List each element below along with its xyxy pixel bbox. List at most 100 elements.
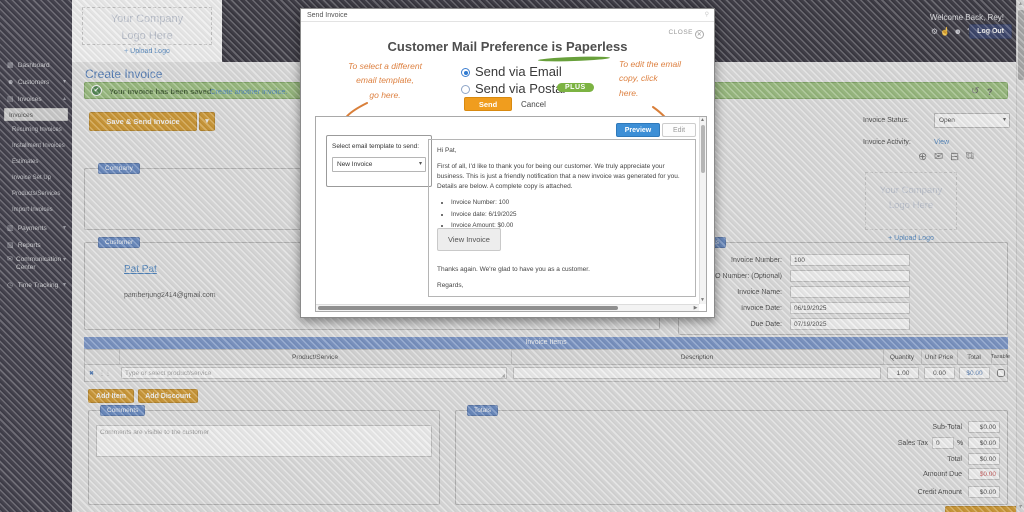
- items-table-header: Product/Service Description Quantity Uni…: [84, 349, 1008, 365]
- sidebar-item-label: Time Tracking: [18, 282, 59, 289]
- sidebar-subitem-import-invoices[interactable]: Import Invoices: [4, 204, 68, 217]
- unit-price-input[interactable]: [924, 367, 955, 379]
- invoice-name-input[interactable]: [790, 286, 910, 298]
- email-template-select[interactable]: New Invoice ▾: [332, 157, 426, 172]
- send-via-postal-label[interactable]: Send via Postal: [475, 81, 565, 96]
- column-total: Total: [957, 354, 991, 361]
- scroll-up-arrow[interactable]: ▲: [1017, 1, 1024, 8]
- send-via-email-label[interactable]: Send via Email: [475, 64, 562, 79]
- send-invoice-modal: Send Invoice ⚲ CLOSE✕ Customer Mail Pref…: [300, 8, 715, 318]
- annotation-left: To select a different email template, go…: [329, 59, 441, 102]
- send-via-email-radio[interactable]: [461, 68, 470, 77]
- scroll-down-arrow[interactable]: ▼: [699, 297, 706, 304]
- scroll-right-arrow[interactable]: ▶: [692, 305, 699, 312]
- remove-row-icon[interactable]: ✖: [89, 370, 94, 377]
- scrollbar-thumb[interactable]: [1018, 10, 1024, 80]
- sidebar-item-communication-center[interactable]: ✉ Communication Center ▾: [0, 253, 72, 275]
- email-body-box: Hi Pat, First of all, I'd like to thank …: [428, 139, 696, 297]
- print-icon[interactable]: ⊟: [950, 150, 959, 163]
- sales-tax-rate-input[interactable]: [932, 437, 954, 449]
- annotation-right: To edit the email copy, click here.: [619, 57, 699, 100]
- page-help-icon[interactable]: ?: [987, 87, 993, 97]
- settings-gear-icon[interactable]: ⚙: [931, 27, 938, 36]
- invoice-date-input[interactable]: [790, 302, 910, 314]
- modal-heading: Customer Mail Preference is Paperless: [301, 39, 714, 54]
- edit-tab[interactable]: Edit: [662, 123, 696, 137]
- due-date-label: Due Date:: [682, 321, 782, 328]
- drag-handle-icon[interactable]: ⋮⋮: [99, 370, 111, 377]
- column-quantity: Quantity: [883, 354, 921, 361]
- column-unit-price: Unit Price: [921, 354, 957, 361]
- add-discount-button[interactable]: Add Discount: [138, 389, 198, 403]
- total-field: [968, 453, 1000, 465]
- comments-textarea[interactable]: [96, 425, 432, 457]
- chevron-down-icon: ▾: [63, 221, 66, 236]
- user-icon[interactable]: ☻: [954, 27, 962, 36]
- scroll-up-arrow[interactable]: ▲: [699, 117, 706, 124]
- sidebar-item-invoices[interactable]: ▤ Invoices ▴: [0, 92, 72, 107]
- sidebar-item-payments[interactable]: ▥ Payments ▾: [0, 221, 72, 236]
- create-another-invoice-link[interactable]: Create another invoice.: [210, 87, 288, 96]
- view-invoice-button[interactable]: View Invoice: [437, 228, 501, 251]
- sidebar-item-dashboard[interactable]: ▦ Dashboard: [0, 58, 72, 73]
- email-icon[interactable]: ✉: [934, 150, 943, 163]
- scrollbar-thumb[interactable]: [318, 306, 618, 310]
- sidebar-item-reports[interactable]: ▨ Reports: [0, 238, 72, 253]
- cancel-link[interactable]: Cancel: [521, 100, 546, 109]
- company-logo-placeholder: Your Company Logo Here: [82, 7, 212, 45]
- page-title: Create Invoice: [85, 67, 162, 81]
- invoice-items-bar: Invoice Items: [84, 337, 1008, 349]
- sidebar-subitem-invoices[interactable]: Invoices: [4, 108, 68, 121]
- customer-name-link[interactable]: Pat Pat: [124, 264, 157, 275]
- devices-icon[interactable]: ⧉: [966, 150, 974, 163]
- sidebar-subitem-products-services[interactable]: Products/Services: [4, 188, 68, 201]
- invoice-status-select[interactable]: Open ▾: [934, 113, 1010, 128]
- sidebar-item-label: Dashboard: [18, 62, 50, 69]
- invoice-status-label: Invoice Status:: [863, 117, 909, 124]
- send-via-postal-radio[interactable]: [461, 85, 470, 94]
- sidebar-subitem-estimates[interactable]: Estimates: [4, 156, 68, 169]
- modal-close-button[interactable]: CLOSE✕: [668, 29, 704, 39]
- undo-history-icon[interactable]: ↺: [971, 86, 979, 97]
- due-date-input[interactable]: [790, 318, 910, 330]
- email-bullet: Invoice Number: 100: [451, 197, 687, 208]
- preview-tab[interactable]: Preview: [616, 123, 660, 137]
- sidebar-subitem-installment-invoices[interactable]: Installment Invoices: [4, 140, 68, 153]
- sidebar-item-label: Customers: [18, 79, 49, 86]
- feedback-thumbs-up-icon[interactable]: ☝: [940, 27, 950, 36]
- description-input[interactable]: [513, 367, 881, 379]
- scrollbar-thumb[interactable]: [701, 125, 705, 173]
- product-service-input[interactable]: [121, 367, 507, 379]
- dashboard-icon: ▦: [7, 58, 16, 73]
- preview-vertical-scrollbar: ▲ ▼: [699, 117, 706, 304]
- invoice-number-input[interactable]: [790, 254, 910, 266]
- po-number-input[interactable]: [790, 270, 910, 282]
- sidebar-subitem-recurring-invoices[interactable]: Recurring Invoices: [4, 124, 68, 137]
- upload-logo-link[interactable]: + Upload Logo: [124, 48, 170, 55]
- email-bullet-list: Invoice Number: 100 Invoice date: 6/19/2…: [451, 197, 687, 231]
- logout-button[interactable]: Log Out: [969, 24, 1012, 39]
- sidebar-item-customers[interactable]: ☻ Customers ▾: [0, 75, 72, 90]
- globe-icon[interactable]: ⊕: [918, 150, 927, 163]
- sales-tax-field: [968, 437, 1000, 449]
- add-item-button[interactable]: Add Item: [88, 389, 134, 403]
- invoice-activity-label: Invoice Activity:: [863, 139, 911, 146]
- total-label: Total: [862, 456, 962, 463]
- quantity-input[interactable]: [887, 367, 919, 379]
- sidebar-subitem-invoice-set-up[interactable]: Invoice Set Up: [4, 172, 68, 185]
- taxable-checkbox[interactable]: [997, 369, 1005, 377]
- customer-badge: Customer: [98, 237, 140, 248]
- invoices-icon: ▤: [7, 92, 16, 107]
- modal-send-invoice-button[interactable]: Send Invoice: [464, 97, 512, 111]
- amount-due-label: Amount Due: [862, 471, 962, 478]
- invoice-activity-view-link[interactable]: View: [934, 139, 949, 146]
- subtotal-field: [968, 421, 1000, 433]
- save-send-invoice-button[interactable]: Save & Send Invoice: [89, 112, 197, 131]
- sidebar-item-time-tracking[interactable]: ◷ Time Tracking ▾: [0, 278, 72, 293]
- save-send-dropdown-button[interactable]: ▾: [199, 112, 215, 131]
- percent-sign: %: [957, 440, 963, 447]
- scroll-down-arrow[interactable]: ▼: [1017, 504, 1024, 511]
- bottom-save-send-button[interactable]: [945, 506, 1024, 512]
- right-upload-logo-link[interactable]: + Upload Logo: [888, 235, 934, 242]
- welcome-text: Welcome Back, Rey!: [930, 13, 1004, 22]
